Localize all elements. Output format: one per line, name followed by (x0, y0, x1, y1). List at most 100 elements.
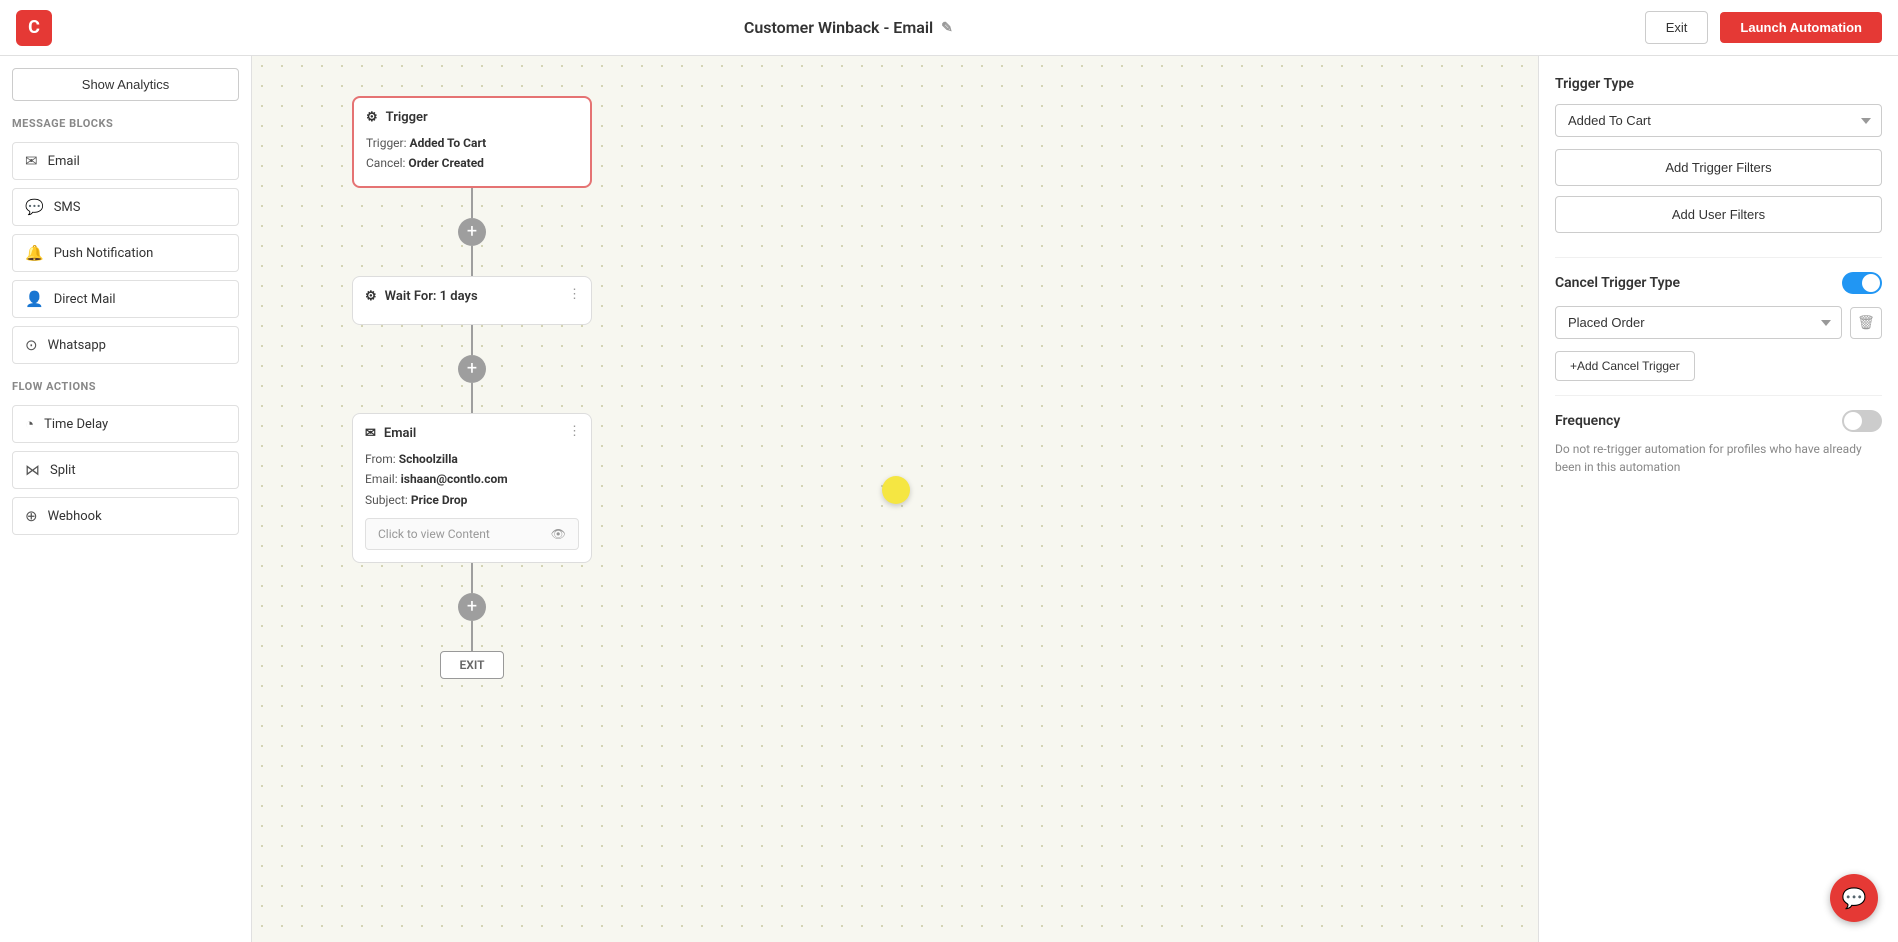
sidebar-item-label: Split (50, 463, 76, 478)
chat-bubble-button[interactable]: 💬 (1830, 874, 1878, 922)
exit-button[interactable]: Exit (1645, 11, 1709, 44)
trigger-node-header: ⚙ Trigger (366, 110, 578, 125)
whatsapp-icon: ⊙ (25, 336, 38, 354)
trigger-node-title: Trigger (386, 110, 428, 125)
sidebar-item-label: Push Notification (54, 246, 154, 261)
canvas[interactable]: ⚙ Trigger Trigger: Added To Cart Cancel:… (252, 56, 1538, 942)
frequency-description: Do not re-trigger automation for profile… (1555, 440, 1882, 476)
connector-1 (471, 188, 473, 218)
launch-automation-button[interactable]: Launch Automation (1720, 12, 1882, 43)
clock-icon: ◔ (25, 415, 34, 433)
sidebar-item-split[interactable]: ⋈ Split (12, 451, 239, 489)
trigger-node[interactable]: ⚙ Trigger Trigger: Added To Cart Cancel:… (352, 96, 592, 188)
sidebar-item-label: Whatsapp (48, 338, 106, 353)
header-title: Customer Winback - Email ✎ (744, 18, 953, 37)
add-node-button-1[interactable]: + (458, 218, 486, 246)
divider-2 (1555, 395, 1882, 396)
connector-5 (471, 563, 473, 593)
cursor-indicator (882, 476, 910, 504)
wait-node-header: ⚙ Wait For: 1 days (365, 289, 579, 304)
sidebar-item-label: Webhook (48, 509, 102, 524)
sms-icon: 💬 (25, 198, 44, 216)
trigger-type-select[interactable]: Added To Cart Order Created Product View… (1555, 104, 1882, 137)
header-actions: Exit Launch Automation (1645, 11, 1882, 44)
add-node-button-3[interactable]: + (458, 593, 486, 621)
trigger-value: Added To Cart (410, 136, 487, 150)
flow-container: ⚙ Trigger Trigger: Added To Cart Cancel:… (352, 96, 592, 679)
email-addr-value: ishaan@contlo.com (401, 472, 508, 486)
email-node-header: ✉ Email (365, 426, 579, 441)
exit-label: EXIT (459, 658, 484, 672)
add-user-filters-button[interactable]: Add User Filters (1555, 196, 1882, 233)
trigger-label: Trigger: (366, 136, 407, 150)
sidebar-item-time-delay[interactable]: ◔ Time Delay (12, 405, 239, 443)
subject-label: Subject: (365, 493, 408, 507)
page-title: Customer Winback - Email (744, 18, 933, 37)
sidebar-item-direct-mail[interactable]: 👤 Direct Mail (12, 280, 239, 318)
email-node-menu[interactable]: ⋮ (568, 424, 581, 439)
email-addr-label: Email: (365, 472, 398, 486)
cancel-trigger-label: Cancel Trigger Type (1555, 275, 1680, 291)
gear-icon: ⚙ (366, 110, 378, 125)
wait-node-menu[interactable]: ⋮ (568, 287, 581, 302)
from-value: Schoolzilla (399, 452, 458, 466)
email-icon: ✉ (25, 152, 38, 170)
sidebar-item-email[interactable]: ✉ Email (12, 142, 239, 180)
from-label: From: (365, 452, 396, 466)
right-panel: Trigger Type Added To Cart Order Created… (1538, 56, 1898, 942)
sidebar-item-label: SMS (54, 200, 81, 215)
eye-icon: 👁 (551, 527, 566, 541)
delete-cancel-trigger-button[interactable]: 🗑 (1850, 307, 1882, 339)
cancel-trigger-select[interactable]: Placed Order Order Created Checkout Star… (1555, 306, 1842, 339)
chat-bubble-icon: 💬 (1842, 886, 1867, 910)
view-content-button[interactable]: Click to view Content 👁 (365, 518, 579, 550)
sidebar-item-label: Direct Mail (54, 292, 116, 307)
sidebar: Show Analytics MESSAGE BLOCKS ✉ Email 💬 … (0, 56, 252, 942)
view-content-label: Click to view Content (378, 527, 490, 541)
webhook-icon: ⊕ (25, 507, 38, 525)
trigger-node-body: Trigger: Added To Cart Cancel: Order Cre… (366, 133, 578, 174)
edit-title-icon[interactable]: ✎ (941, 20, 953, 36)
frequency-toggle[interactable] (1842, 410, 1882, 432)
sidebar-item-webhook[interactable]: ⊕ Webhook (12, 497, 239, 535)
app-logo[interactable]: C (16, 10, 52, 46)
exit-node: EXIT (440, 651, 503, 679)
cancel-value: Order Created (408, 156, 484, 170)
frequency-row: Frequency (1555, 410, 1882, 432)
bell-icon: 🔔 (25, 244, 44, 262)
cancel-label: Cancel: (366, 156, 405, 170)
wait-node[interactable]: ⚙ Wait For: 1 days ⋮ (352, 276, 592, 325)
message-blocks-title: MESSAGE BLOCKS (12, 117, 239, 130)
header: C Customer Winback - Email ✎ Exit Launch… (0, 0, 1898, 56)
cancel-trigger-row: Cancel Trigger Type (1555, 272, 1882, 294)
cancel-trigger-toggle[interactable] (1842, 272, 1882, 294)
email-node[interactable]: ✉ Email ⋮ From: Schoolzilla Email: ishaa… (352, 413, 592, 563)
sidebar-item-push[interactable]: 🔔 Push Notification (12, 234, 239, 272)
gear-icon-2: ⚙ (365, 289, 377, 304)
cancel-trigger-select-row: Placed Order Order Created Checkout Star… (1555, 306, 1882, 339)
wait-node-title: Wait For: 1 days (385, 289, 478, 304)
sidebar-item-label: Email (48, 154, 80, 169)
person-icon: 👤 (25, 290, 44, 308)
sidebar-item-whatsapp[interactable]: ⊙ Whatsapp (12, 326, 239, 364)
connector-4 (471, 383, 473, 413)
sidebar-item-sms[interactable]: 💬 SMS (12, 188, 239, 226)
subject-value: Price Drop (411, 493, 468, 507)
flow-actions-title: FLOW ACTIONS (12, 380, 239, 393)
add-trigger-filters-button[interactable]: Add Trigger Filters (1555, 149, 1882, 186)
connector-6 (471, 621, 473, 651)
show-analytics-button[interactable]: Show Analytics (12, 68, 239, 101)
split-icon: ⋈ (25, 461, 40, 479)
email-icon-2: ✉ (365, 426, 376, 441)
add-cancel-trigger-button[interactable]: +Add Cancel Trigger (1555, 351, 1695, 381)
frequency-label: Frequency (1555, 413, 1620, 429)
sidebar-item-label: Time Delay (44, 417, 108, 432)
add-node-button-2[interactable]: + (458, 355, 486, 383)
trigger-type-title: Trigger Type (1555, 76, 1882, 92)
divider-1 (1555, 257, 1882, 258)
main-layout: Show Analytics MESSAGE BLOCKS ✉ Email 💬 … (0, 56, 1898, 942)
email-node-title: Email (384, 426, 416, 441)
connector-3 (471, 325, 473, 355)
email-node-body: From: Schoolzilla Email: ishaan@contlo.c… (365, 449, 579, 510)
connector-2 (471, 246, 473, 276)
